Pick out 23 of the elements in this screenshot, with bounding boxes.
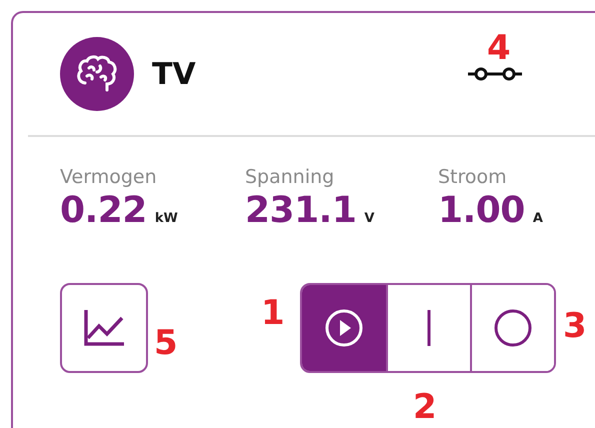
metric-value: 1.00 (438, 189, 525, 233)
device-title: TV (152, 56, 196, 92)
chart-button[interactable] (60, 283, 148, 373)
metric-value: 0.22 (60, 189, 147, 233)
line-chart-icon (82, 308, 126, 348)
metric-unit: A (532, 211, 543, 226)
annotation-number: 3 (563, 309, 587, 343)
annotation-number: 1 (261, 296, 285, 330)
metric-unit: V (364, 211, 374, 226)
auto-mode-button[interactable] (302, 285, 386, 371)
annotation-number: 2 (413, 390, 437, 424)
play-circle-icon (324, 308, 364, 348)
metric-label: Vermogen (60, 165, 158, 189)
power-off-circle-icon (493, 308, 533, 348)
annotation-number: 4 (487, 31, 511, 65)
metric-unit: kW (154, 211, 178, 226)
metric-label: Spanning (245, 165, 336, 189)
metric-value: 231.1 (245, 189, 356, 233)
connection-icon[interactable] (467, 67, 523, 81)
metric-label: Stroom (438, 165, 508, 189)
off-mode-button[interactable] (470, 285, 554, 371)
annotation-number: 5 (154, 326, 178, 360)
power-on-line-icon (426, 308, 432, 348)
